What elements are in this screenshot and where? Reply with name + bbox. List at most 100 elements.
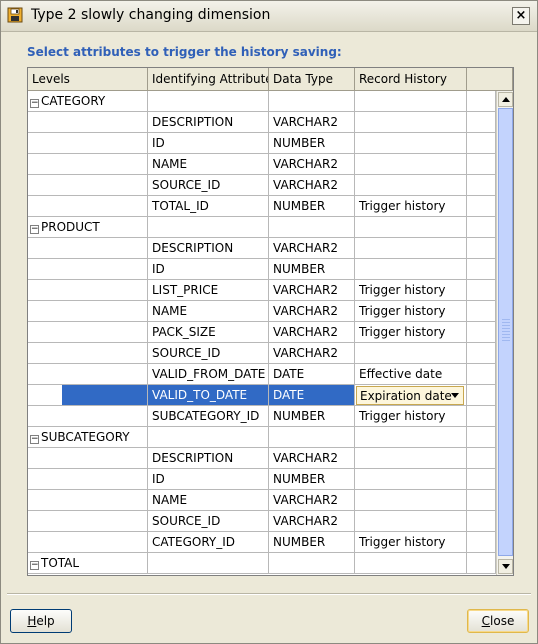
- data-type-cell: VARCHAR2: [269, 154, 355, 175]
- record-history-cell[interactable]: Trigger history: [355, 322, 467, 343]
- close-mnemonic: C: [481, 614, 491, 628]
- attribute-cell: [148, 91, 269, 112]
- table-row[interactable]: SOURCE_ID VARCHAR2: [28, 343, 496, 364]
- level-cell-empty: [28, 259, 148, 280]
- level-cell-empty: [28, 301, 148, 322]
- instruction-label: Select attributes to trigger the history…: [27, 45, 342, 59]
- record-history-cell[interactable]: [355, 154, 467, 175]
- attribute-cell: ID: [148, 133, 269, 154]
- table-row[interactable]: SUBCATEGORY_ID NUMBER Trigger history: [28, 406, 496, 427]
- data-type-cell: VARCHAR2: [269, 238, 355, 259]
- filler-cell: [467, 133, 496, 154]
- data-type-cell: VARCHAR2: [269, 511, 355, 532]
- attribute-cell: VALID_FROM_DATE: [148, 364, 269, 385]
- table-row[interactable]: SOURCE_ID VARCHAR2: [28, 511, 496, 532]
- data-type-cell: VARCHAR2: [269, 490, 355, 511]
- close-window-button[interactable]: ×: [512, 7, 530, 25]
- record-history-cell: [355, 217, 467, 238]
- collapse-icon[interactable]: −: [30, 99, 39, 108]
- level-cell-empty: [28, 196, 148, 217]
- record-history-cell[interactable]: [355, 448, 467, 469]
- attribute-cell: VALID_TO_DATE: [148, 385, 269, 406]
- data-type-cell: VARCHAR2: [269, 280, 355, 301]
- record-history-cell[interactable]: [355, 238, 467, 259]
- level-cell: − SUBCATEGORY: [28, 427, 148, 448]
- record-history-cell[interactable]: Effective date: [355, 364, 467, 385]
- scrollbar-thumb[interactable]: [498, 108, 513, 556]
- data-type-cell: NUMBER: [269, 196, 355, 217]
- record-history-cell[interactable]: [355, 511, 467, 532]
- table-row[interactable]: ID NUMBER: [28, 469, 496, 490]
- table-row[interactable]: NAME VARCHAR2: [28, 490, 496, 511]
- collapse-icon[interactable]: −: [30, 561, 39, 570]
- table-row[interactable]: CATEGORY_ID NUMBER Trigger history: [28, 532, 496, 553]
- data-type-cell: NUMBER: [269, 133, 355, 154]
- table-group-row[interactable]: − TOTAL: [28, 553, 496, 574]
- help-button[interactable]: Help: [10, 609, 72, 633]
- scroll-down-button[interactable]: [498, 559, 513, 574]
- table-row[interactable]: LIST_PRICE VARCHAR2 Trigger history: [28, 280, 496, 301]
- data-type-cell: [269, 91, 355, 112]
- record-history-dropdown[interactable]: Expiration date: [356, 386, 464, 405]
- data-type-cell: NUMBER: [269, 406, 355, 427]
- collapse-icon[interactable]: −: [30, 435, 39, 444]
- record-history-cell[interactable]: [355, 112, 467, 133]
- vertical-scrollbar[interactable]: [496, 91, 513, 575]
- table-row[interactable]: NAME VARCHAR2: [28, 154, 496, 175]
- level-cell-empty: [28, 133, 148, 154]
- filler-cell: [467, 553, 496, 574]
- data-type-cell: DATE: [269, 364, 355, 385]
- record-history-cell[interactable]: Trigger history: [355, 280, 467, 301]
- column-header-filler: [467, 68, 513, 91]
- table-body: − CATEGORY DESCRIPTION VARCHAR2 ID NUMBER NAME…: [28, 91, 496, 574]
- column-header-levels[interactable]: Levels: [28, 68, 148, 91]
- table-row[interactable]: ID NUMBER: [28, 259, 496, 280]
- level-name: PRODUCT: [41, 220, 100, 234]
- record-history-cell[interactable]: [355, 133, 467, 154]
- column-header-record-history[interactable]: Record History: [355, 68, 467, 91]
- record-history-cell[interactable]: Trigger history: [355, 532, 467, 553]
- table-row[interactable]: PACK_SIZE VARCHAR2 Trigger history: [28, 322, 496, 343]
- record-history-cell[interactable]: Trigger history: [355, 196, 467, 217]
- record-history-cell[interactable]: [355, 259, 467, 280]
- table-row[interactable]: VALID_TO_DATE DATE Expiration date: [28, 385, 496, 406]
- record-history-cell[interactable]: [355, 343, 467, 364]
- filler-cell: [467, 301, 496, 322]
- attribute-cell: [148, 427, 269, 448]
- chevron-down-icon[interactable]: [451, 393, 459, 398]
- record-history-cell[interactable]: Trigger history: [355, 406, 467, 427]
- table-row[interactable]: TOTAL_ID NUMBER Trigger history: [28, 196, 496, 217]
- table-row[interactable]: DESCRIPTION VARCHAR2: [28, 448, 496, 469]
- collapse-icon[interactable]: −: [30, 225, 39, 234]
- record-history-cell[interactable]: [355, 490, 467, 511]
- data-type-cell: [269, 427, 355, 448]
- table-row[interactable]: DESCRIPTION VARCHAR2: [28, 112, 496, 133]
- filler-cell: [467, 343, 496, 364]
- table-group-row[interactable]: − PRODUCT: [28, 217, 496, 238]
- filler-cell: [467, 154, 496, 175]
- record-history-cell[interactable]: Expiration date: [355, 385, 467, 406]
- record-history-cell[interactable]: Trigger history: [355, 301, 467, 322]
- close-button[interactable]: Close: [467, 609, 529, 633]
- record-history-cell: [355, 91, 467, 112]
- record-history-cell[interactable]: [355, 469, 467, 490]
- table-row[interactable]: SOURCE_ID VARCHAR2: [28, 175, 496, 196]
- record-history-cell[interactable]: [355, 175, 467, 196]
- table-row[interactable]: ID NUMBER: [28, 133, 496, 154]
- data-type-cell: VARCHAR2: [269, 301, 355, 322]
- table-row[interactable]: NAME VARCHAR2 Trigger history: [28, 301, 496, 322]
- level-cell-empty: [28, 469, 148, 490]
- table-group-row[interactable]: − SUBCATEGORY: [28, 427, 496, 448]
- table-row[interactable]: DESCRIPTION VARCHAR2: [28, 238, 496, 259]
- level-cell: − CATEGORY: [28, 91, 148, 112]
- filler-cell: [467, 259, 496, 280]
- data-type-cell: VARCHAR2: [269, 448, 355, 469]
- column-header-data-type[interactable]: Data Type: [269, 68, 355, 91]
- scroll-up-button[interactable]: [498, 92, 513, 107]
- column-header-identifying-attribute[interactable]: Identifying Attribute: [148, 68, 269, 91]
- table-group-row[interactable]: − CATEGORY: [28, 91, 496, 112]
- table-row[interactable]: VALID_FROM_DATE DATE Effective date: [28, 364, 496, 385]
- level-cell-empty: [28, 112, 148, 133]
- level-cell: − PRODUCT: [28, 217, 148, 238]
- filler-cell: [467, 196, 496, 217]
